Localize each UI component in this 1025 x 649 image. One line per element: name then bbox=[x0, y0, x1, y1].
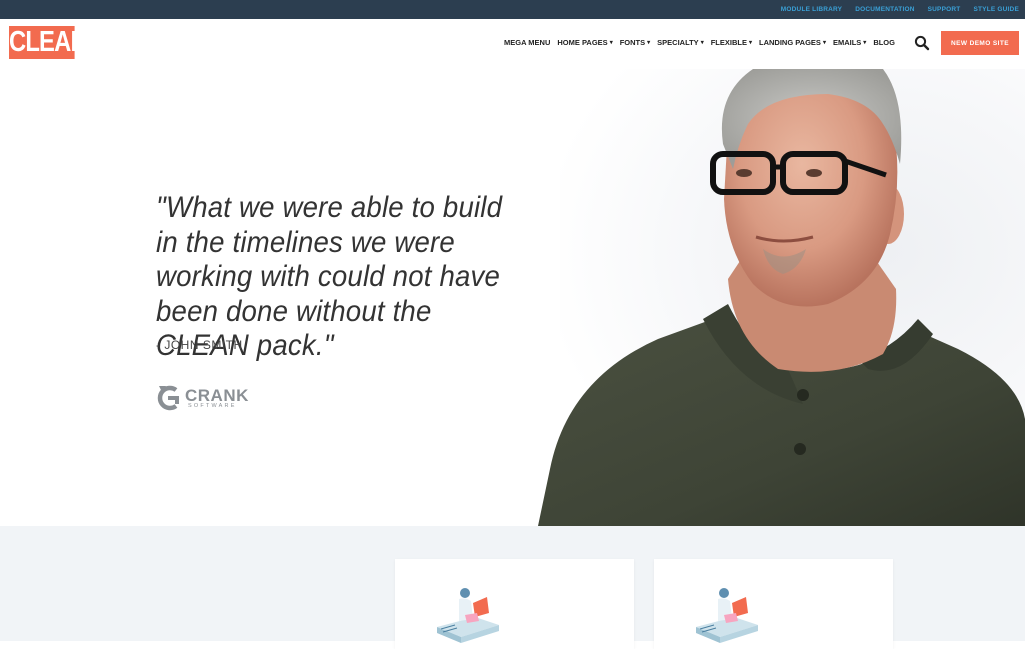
support-link[interactable]: SUPPORT bbox=[928, 6, 961, 13]
module-library-link[interactable]: MODULE LIBRARY bbox=[781, 6, 842, 13]
nav-label: MEGA MENU bbox=[504, 38, 551, 47]
features-section bbox=[0, 526, 1025, 649]
chevron-down-icon: ▾ bbox=[700, 39, 704, 46]
nav-label: SPECIALTY bbox=[657, 38, 699, 47]
feature-card[interactable] bbox=[654, 559, 893, 649]
nav-specialty[interactable]: SPECIALTY ▾ bbox=[657, 38, 704, 47]
new-demo-site-button[interactable]: NEW DEMO SITE bbox=[941, 31, 1019, 55]
nav-label: FLEXIBLE bbox=[710, 38, 747, 47]
brand-name: CRANK bbox=[185, 385, 249, 405]
chevron-down-icon: ▾ bbox=[748, 39, 752, 46]
nav-emails[interactable]: EMAILS ▾ bbox=[833, 38, 866, 47]
style-guide-link[interactable]: STYLE GUIDE bbox=[973, 6, 1019, 13]
testimonial-author: - JOHN SMITH bbox=[156, 338, 243, 352]
chevron-down-icon: ▾ bbox=[609, 39, 613, 46]
person-at-desk-illustration bbox=[437, 588, 499, 643]
site-header: CLEAN MEGA MENU HOME PAGES ▾ FONTS ▾ SPECI… bbox=[0, 19, 1025, 69]
person-at-desk-illustration bbox=[696, 588, 758, 643]
utility-bar: MODULE LIBRARY DOCUMENTATION SUPPORT STY… bbox=[0, 0, 1025, 19]
chevron-down-icon: ▾ bbox=[822, 39, 826, 46]
nav-label: BLOG bbox=[873, 38, 895, 47]
clean-logo[interactable]: CLEAN bbox=[9, 26, 88, 59]
search-icon[interactable] bbox=[914, 35, 930, 51]
nav-landing-pages[interactable]: LANDING PAGES ▾ bbox=[759, 38, 826, 47]
nav-flexible[interactable]: FLEXIBLE ▾ bbox=[711, 38, 752, 47]
testimonial-hero: "What we were able to build in the timel… bbox=[0, 69, 1025, 526]
nav-label: FONTS bbox=[619, 38, 646, 47]
testimonial-portrait bbox=[538, 69, 1025, 526]
nav-label: LANDING PAGES bbox=[758, 38, 821, 47]
crank-logo-icon bbox=[157, 385, 179, 411]
chevron-down-icon: ▾ bbox=[647, 39, 651, 46]
crank-logo-text: CRANK SOFTWARE bbox=[185, 385, 249, 409]
documentation-link[interactable]: DOCUMENTATION bbox=[855, 6, 914, 13]
main-nav: MEGA MENU HOME PAGES ▾ FONTS ▾ SPECIALTY ▾ … bbox=[504, 38, 895, 47]
nav-label: EMAILS bbox=[832, 38, 862, 47]
nav-blog[interactable]: BLOG bbox=[873, 38, 895, 47]
feature-card[interactable] bbox=[395, 559, 634, 649]
nav-home-pages[interactable]: HOME PAGES ▾ bbox=[557, 38, 612, 47]
crank-software-logo: CRANK SOFTWARE bbox=[155, 384, 249, 412]
nav-fonts[interactable]: FONTS ▾ bbox=[620, 38, 650, 47]
nav-label: HOME PAGES bbox=[557, 38, 608, 47]
utility-links: MODULE LIBRARY DOCUMENTATION SUPPORT STY… bbox=[781, 0, 1019, 19]
chevron-down-icon: ▾ bbox=[863, 39, 867, 46]
nav-mega-menu[interactable]: MEGA MENU bbox=[504, 38, 550, 47]
